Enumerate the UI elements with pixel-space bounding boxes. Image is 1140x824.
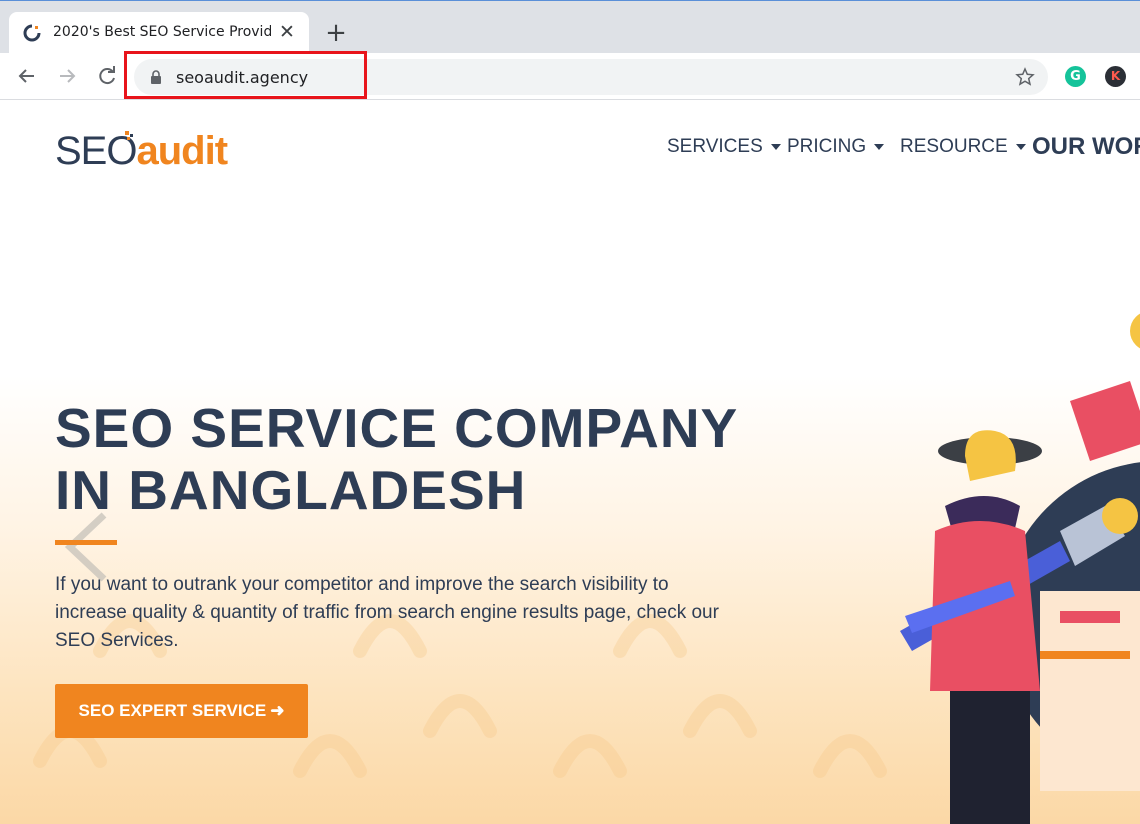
caret-down-icon <box>874 143 885 150</box>
nav-services-label: SERVICES <box>667 136 763 157</box>
close-icon[interactable]: ✕ <box>277 22 297 42</box>
nav-our-work[interactable]: OUR WOR <box>1032 133 1140 161</box>
site-favicon-icon <box>23 24 41 42</box>
hero-headline-line-1: SEO SERVICE COMPANY <box>55 397 739 459</box>
browser-tab-strip: 2020's Best SEO Service Provider ✕ + <box>0 0 1140 54</box>
hero-description: If you want to outrank your competitor a… <box>55 574 719 651</box>
site-logo[interactable]: SEOaudit <box>55 129 228 173</box>
logo-pixel-icon <box>125 131 133 140</box>
browser-tab[interactable]: 2020's Best SEO Service Provider ✕ <box>9 12 309 54</box>
browser-toolbar: seoaudit.agency G K <box>0 53 1140 100</box>
headline-underline <box>55 540 117 545</box>
lock-icon <box>151 70 161 84</box>
nav-pricing-label: PRICING <box>787 136 867 157</box>
hero-headline-line-2: IN BANGLADESH <box>55 459 527 521</box>
nav-resource[interactable]: RESOURCE <box>900 136 1026 158</box>
nav-resource-label: RESOURCE <box>900 136 1008 157</box>
plus-icon[interactable]: + <box>322 20 350 48</box>
grammarly-extension-icon[interactable]: G <box>1065 66 1086 87</box>
bookmark-star-icon[interactable] <box>1014 66 1036 88</box>
tab-title: 2020's Best SEO Service Provider <box>53 24 271 40</box>
web-page: SEOaudit SERVICES PRICING RESOURCE OUR W… <box>0 101 1140 824</box>
seo-expert-service-button[interactable]: SEO EXPERT SERVICE ➜ <box>55 684 308 738</box>
url-text[interactable]: seoaudit.agency <box>176 68 308 87</box>
reload-icon[interactable] <box>94 63 120 89</box>
address-bar[interactable]: seoaudit.agency <box>134 59 1048 95</box>
back-arrow-icon[interactable] <box>14 63 40 89</box>
nav-pricing[interactable]: PRICING <box>787 136 885 158</box>
arrow-right-icon: ➜ <box>270 701 285 720</box>
logo-text-audit: audit <box>136 129 228 173</box>
cta-label: SEO EXPERT SERVICE <box>78 701 267 720</box>
caret-down-icon <box>770 143 781 150</box>
hero-headline: SEO SERVICE COMPANY IN BANGLADESH <box>55 397 755 521</box>
forward-arrow-icon[interactable] <box>54 63 80 89</box>
profile-extension-icon[interactable]: K <box>1105 66 1126 87</box>
caret-down-icon <box>1015 143 1026 150</box>
hero-illustration <box>900 313 1140 824</box>
nav-services[interactable]: SERVICES <box>667 136 781 158</box>
